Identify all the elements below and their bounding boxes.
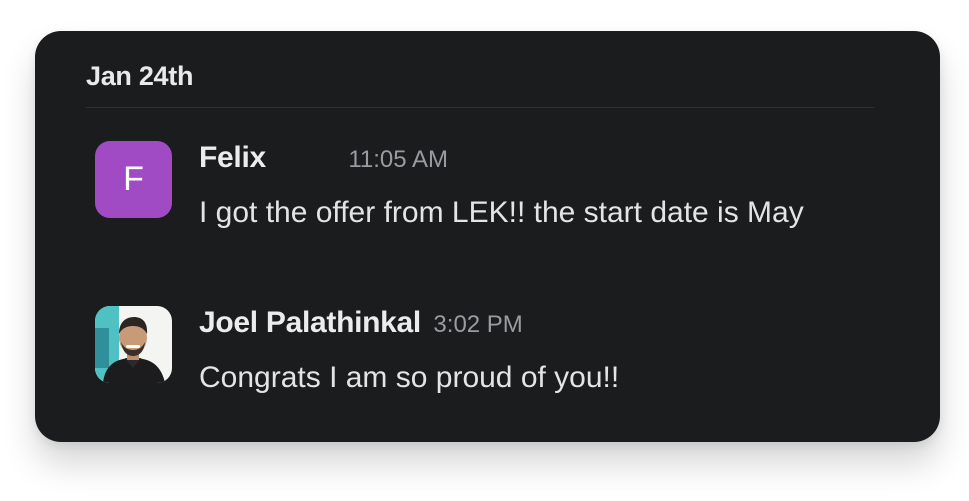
message-header: Felix 11:05 AM (199, 141, 448, 175)
message-timestamp[interactable]: 11:05 AM (348, 146, 448, 173)
user-photo-avatar-icon[interactable] (95, 306, 172, 383)
message-text: I got the offer from LEK!! the start dat… (199, 196, 804, 229)
date-divider-line (86, 107, 874, 108)
message-text: Congrats I am so proud of you!! (199, 361, 620, 394)
avatar[interactable]: F (95, 141, 172, 218)
avatar-photo-graphic (95, 306, 172, 383)
author-name[interactable]: Felix (199, 141, 266, 174)
message-header: Joel Palathinkal 3:02 PM (199, 306, 523, 340)
avatar-initial: F (123, 160, 144, 198)
date-divider-label[interactable]: Jan 24th (86, 61, 193, 92)
message-thread-card: Jan 24th F Felix 11:05 AM I got the offe… (35, 31, 940, 442)
author-name[interactable]: Joel Palathinkal (199, 306, 421, 339)
message-timestamp[interactable]: 3:02 PM (433, 311, 522, 338)
